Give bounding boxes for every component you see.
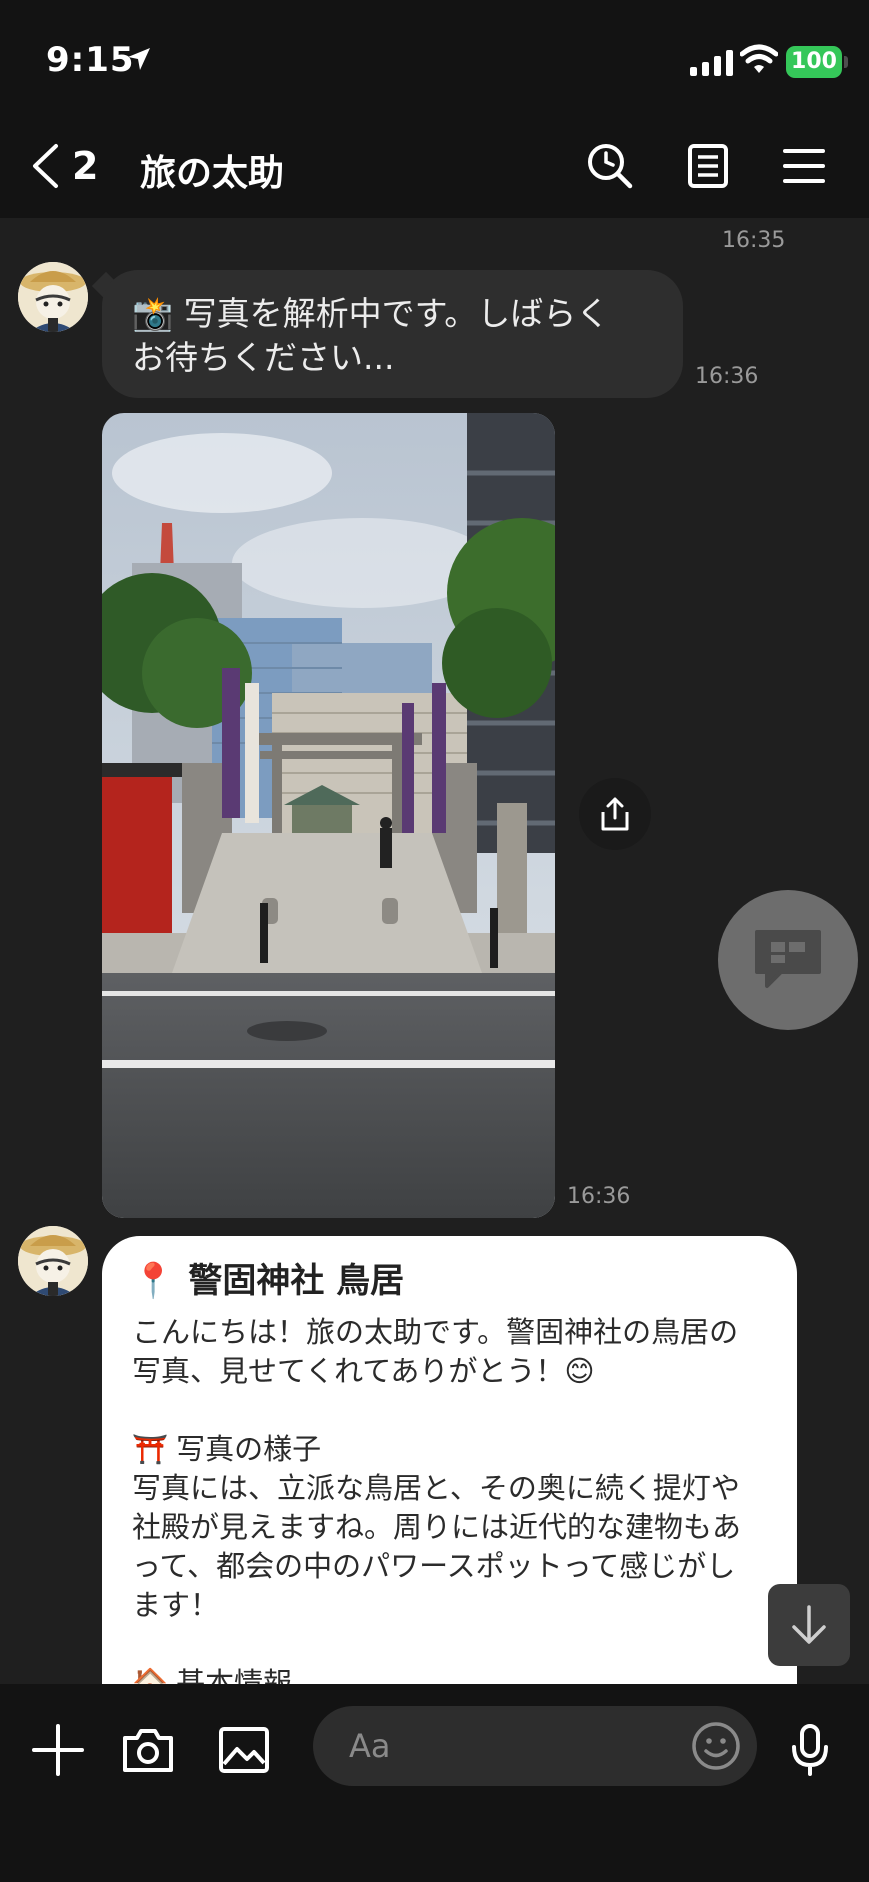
torii-emoji: ⛩️ (132, 1432, 169, 1466)
message-bubble-analyzing[interactable]: 📸 写真を解析中です。しばらく お待ちください... (102, 270, 683, 398)
cellular-signal-icon (690, 48, 733, 76)
share-icon (601, 797, 629, 831)
unread-count: 2 (72, 144, 99, 188)
avatar[interactable] (18, 262, 88, 332)
chat-area[interactable]: 16:35 📸 写真を解析中です。しばらく お待ちください... 16:36 1… (0, 218, 869, 1684)
search-icon (588, 144, 633, 189)
battery-tip (844, 56, 848, 68)
chat-bubble-icon (755, 930, 821, 988)
avatar[interactable] (18, 1226, 88, 1296)
back-button[interactable]: 2 (30, 140, 98, 192)
share-button[interactable] (579, 778, 651, 850)
floating-chat-button[interactable] (718, 890, 858, 1030)
reply-title: 📍 警固神社 鳥居 (132, 1262, 767, 1301)
section-body: 写真には、立派な鳥居と、その奥に続く提灯や 社殿が見えますね。周りには近代的な建… (132, 1471, 742, 1622)
status-time: 9:15 (46, 40, 135, 80)
chat-title: 旅の太助 (140, 153, 285, 194)
section-title: 基本情報 (176, 1666, 293, 1684)
top-bar: 9:15 100 2 旅の太助 (0, 0, 869, 218)
microphone-icon (792, 1724, 828, 1776)
emoji-button[interactable] (690, 1720, 742, 1772)
smiley-icon (692, 1722, 740, 1770)
notes-button[interactable] (682, 140, 734, 192)
message-bubble-reply[interactable]: 📍 警固神社 鳥居 こんにちは！旅の太助です。警固神社の鳥居の 写真、見せてくれ… (102, 1236, 797, 1684)
avatar-character-icon (18, 1226, 88, 1296)
section-title: 写真の様子 (176, 1432, 322, 1466)
arrow-down-icon (792, 1605, 826, 1644)
chevron-left-icon (33, 144, 58, 188)
reply-title-text: 警固神社 鳥居 (188, 1261, 405, 1301)
camera-icon (123, 1729, 173, 1772)
input-bar (0, 1684, 869, 1882)
timestamp: 16:36 (567, 1184, 631, 1209)
battery-level: 100 (786, 46, 842, 78)
location-arrow-icon (128, 48, 150, 70)
avatar-character-icon (18, 262, 88, 332)
timestamp: 16:35 (722, 228, 786, 253)
message-text: 写真を解析中です。しばらく お待ちください... (132, 294, 610, 377)
search-button[interactable] (584, 140, 636, 192)
gallery-button[interactable] (214, 1720, 274, 1780)
notes-icon (688, 144, 728, 188)
section-heading: 🏠 基本情報 (132, 1664, 767, 1684)
voice-button[interactable] (780, 1720, 840, 1780)
plus-icon (32, 1724, 84, 1776)
camera-button[interactable] (118, 1720, 178, 1780)
image-icon (219, 1727, 269, 1773)
timestamp: 16:36 (695, 364, 759, 389)
house-emoji: 🏠 (132, 1666, 169, 1684)
greeting-text: こんにちは！旅の太助です。警固神社の鳥居の 写真、見せてくれてありがとう！😊 (132, 1315, 739, 1388)
camera-flash-emoji: 📸 (132, 294, 174, 333)
menu-icon (783, 149, 825, 183)
photo-message[interactable] (102, 413, 555, 1218)
menu-button[interactable] (778, 140, 830, 192)
scroll-to-bottom-button[interactable] (768, 1584, 850, 1666)
shrine-photo (102, 413, 555, 1218)
add-button[interactable] (28, 1720, 88, 1780)
pin-emoji: 📍 (132, 1261, 175, 1301)
wifi-icon (740, 44, 778, 73)
section-heading: ⛩️ 写真の様子 (132, 1430, 767, 1469)
